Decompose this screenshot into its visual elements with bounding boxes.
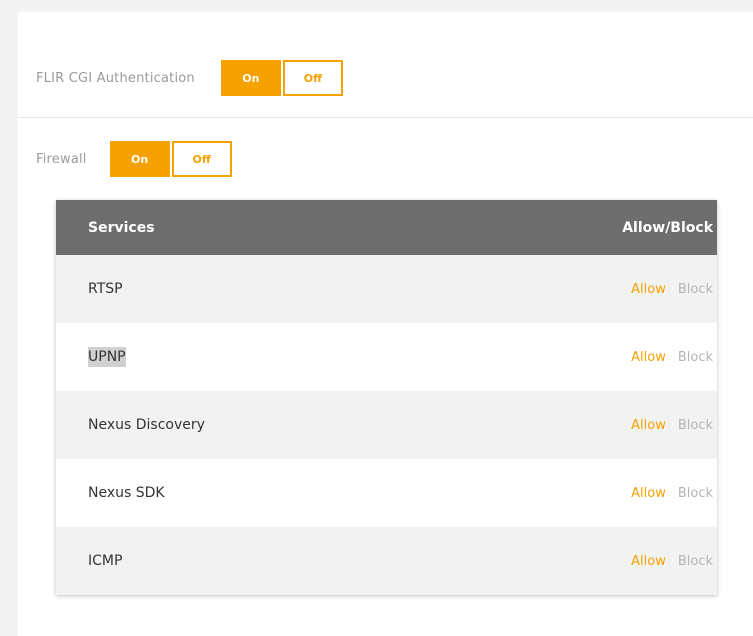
- cgi-auth-off-button[interactable]: Off: [282, 60, 343, 96]
- allow-block-column-header: Allow/Block: [622, 219, 713, 236]
- row-actions: Allow Block: [631, 350, 713, 365]
- block-button[interactable]: Block: [678, 350, 713, 365]
- allow-button[interactable]: Allow: [631, 350, 666, 365]
- allow-button[interactable]: Allow: [631, 282, 666, 297]
- table-header: Services Allow/Block: [56, 200, 717, 255]
- service-name: RTSP: [88, 281, 123, 297]
- service-name: ICMP: [88, 553, 123, 569]
- service-name: UPNP: [88, 347, 126, 367]
- table-row: ICMP Allow Block: [56, 527, 717, 595]
- firewall-on-button[interactable]: On: [109, 141, 170, 177]
- cgi-auth-toggle: On Off: [220, 60, 343, 96]
- table-row: UPNP Allow Block: [56, 323, 717, 391]
- firewall-toggle: On Off: [109, 141, 232, 177]
- services-table: Services Allow/Block RTSP Allow Block UP…: [56, 200, 717, 595]
- row-actions: Allow Block: [631, 486, 713, 501]
- row-actions: Allow Block: [631, 282, 713, 297]
- table-row: RTSP Allow Block: [56, 255, 717, 323]
- cgi-auth-label: FLIR CGI Authentication: [36, 70, 195, 86]
- firewall-label: Firewall: [36, 151, 87, 167]
- service-name: Nexus SDK: [88, 485, 165, 501]
- allow-button[interactable]: Allow: [631, 486, 666, 501]
- table-row: Nexus Discovery Allow Block: [56, 391, 717, 459]
- allow-button[interactable]: Allow: [631, 418, 666, 433]
- firewall-setting: Firewall On Off: [36, 141, 232, 177]
- block-button[interactable]: Block: [678, 486, 713, 501]
- cgi-auth-on-button[interactable]: On: [220, 60, 281, 96]
- block-button[interactable]: Block: [678, 554, 713, 569]
- row-actions: Allow Block: [631, 418, 713, 433]
- cgi-auth-setting: FLIR CGI Authentication On Off: [36, 60, 343, 96]
- firewall-off-button[interactable]: Off: [171, 141, 232, 177]
- allow-button[interactable]: Allow: [631, 554, 666, 569]
- section-divider: [18, 117, 753, 118]
- row-actions: Allow Block: [631, 554, 713, 569]
- services-column-header: Services: [88, 219, 155, 236]
- service-name: Nexus Discovery: [88, 417, 205, 433]
- block-button[interactable]: Block: [678, 282, 713, 297]
- table-row: Nexus SDK Allow Block: [56, 459, 717, 527]
- block-button[interactable]: Block: [678, 418, 713, 433]
